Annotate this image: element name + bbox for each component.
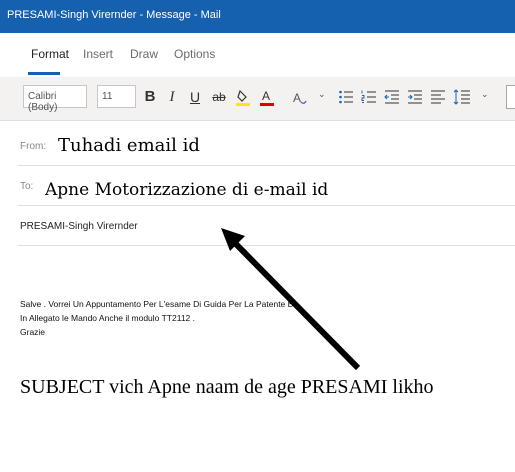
- annotation-text: SUBJECT vich Apne naam de age PRESAMI li…: [20, 376, 434, 398]
- annotation-arrow: [221, 228, 361, 371]
